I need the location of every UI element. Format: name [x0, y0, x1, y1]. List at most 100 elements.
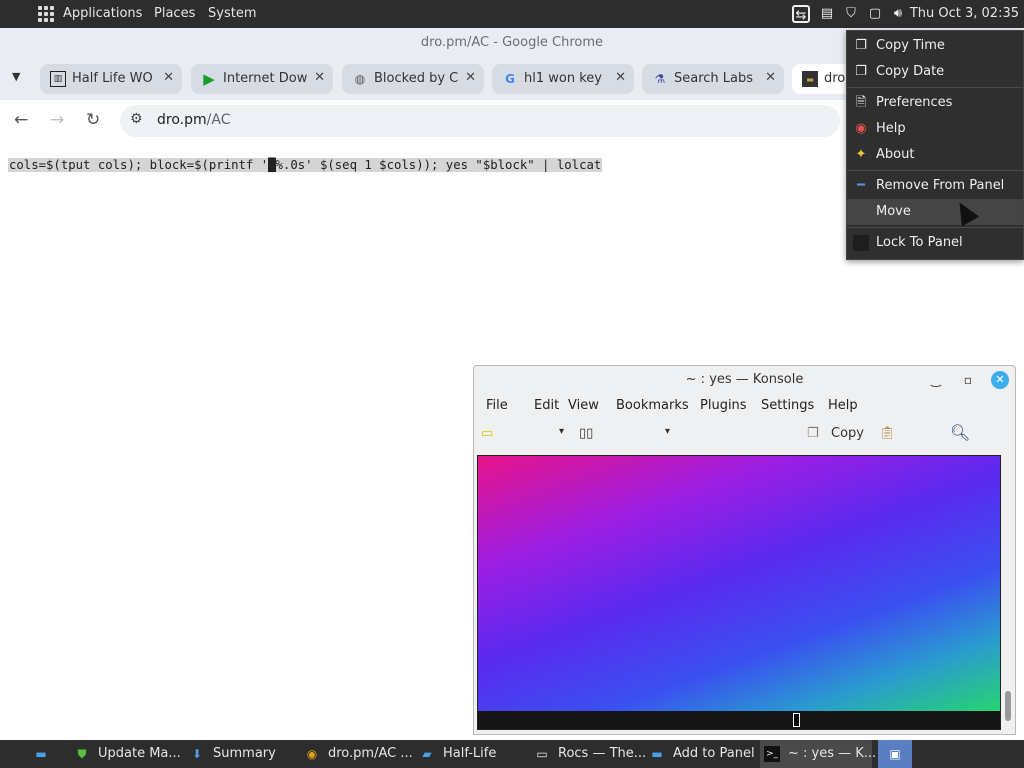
task-konsole[interactable]: >_ ~ : yes — K... [760, 740, 876, 768]
system-menu[interactable]: System [208, 6, 256, 21]
code-part: cols=$(tput cols); block=$(printf ' [9, 158, 269, 172]
tab-title: Internet Dow [223, 71, 308, 86]
task-screenshot[interactable]: ▣ [878, 740, 912, 768]
tab-title: hl1 won key [524, 71, 602, 86]
back-icon[interactable]: ← [14, 110, 28, 130]
tab-search-chevron-icon[interactable]: ▼ [12, 70, 20, 83]
apps-grid-icon[interactable] [38, 6, 54, 22]
new-tab-chevron-icon[interactable]: ▾ [559, 426, 564, 437]
panel-icon: ▬ [651, 747, 663, 761]
minimize-icon[interactable]: ‿ [927, 371, 945, 389]
terminal-scrollbar[interactable] [1005, 691, 1011, 721]
close-icon[interactable]: ✕ [991, 371, 1009, 389]
menu-file[interactable]: File [486, 398, 508, 413]
terminal-output[interactable] [477, 455, 1001, 730]
tab-search-labs[interactable]: ⚗ Search Labs ✕ [642, 64, 784, 94]
split-view-icon[interactable]: ▯▯ [579, 426, 593, 441]
move-item[interactable]: Move [847, 199, 1023, 225]
help-item[interactable]: ◉ Help [847, 116, 1023, 142]
close-icon[interactable]: ✕ [765, 70, 776, 85]
task-summary[interactable]: ⬇ Summary [189, 740, 289, 768]
show-desktop-button[interactable]: ▬ [33, 740, 55, 768]
menu-separator [847, 227, 1023, 228]
about-item[interactable]: ✦ About [847, 142, 1023, 168]
terminal-bottom-line [478, 711, 1000, 729]
close-icon[interactable]: ✕ [314, 70, 325, 85]
maximize-icon[interactable]: ▫ [959, 371, 977, 389]
star-icon: ✦ [855, 147, 867, 162]
clipboard-icon[interactable]: ▤ [818, 5, 836, 23]
desktop-icon: ▬ [35, 747, 47, 761]
places-menu[interactable]: Places [154, 6, 195, 21]
copy-icon: ❐ [855, 38, 867, 53]
task-update-manager[interactable]: ⛊ Update Ma... [74, 740, 184, 768]
document-icon: 🗎︎ [855, 95, 867, 110]
url-host: dro.pm [157, 112, 207, 128]
close-icon[interactable]: ✕ [163, 70, 174, 85]
volume-icon[interactable]: 🔊︎ [889, 5, 907, 23]
url-text[interactable]: dro.pm/AC [157, 112, 230, 128]
code-part: %.0s' $(seq 1 $cols)); yes "$block" | lo… [275, 158, 602, 172]
top-panel: Applications Places System ⇆ ▤ ⛉ ▢ 🔊︎ Th… [0, 0, 1024, 28]
terminal-icon: ▬ [802, 71, 818, 87]
tab-title: Blocked by C [374, 71, 459, 86]
preferences-item[interactable]: 🗎︎ Preferences [847, 90, 1023, 116]
copy-icon[interactable]: ❐ [807, 426, 819, 441]
site-info-icon[interactable]: ⚙ [130, 111, 143, 127]
paste-icon[interactable]: 📋︎ [879, 426, 896, 441]
bottom-taskbar: ▬ ⛊ Update Ma... ⬇ Summary ◉ dro.pm/AC .… [0, 740, 1024, 768]
update-icon[interactable]: ⇆ [792, 5, 810, 23]
task-rocs[interactable]: ▭ Rocs — The... [534, 740, 647, 768]
item-label: Lock To Panel [876, 235, 963, 250]
flask-icon: ⚗ [654, 72, 666, 86]
reload-icon[interactable]: ↻ [86, 110, 100, 130]
shield-icon[interactable]: ⛉ [842, 5, 860, 23]
menu-settings[interactable]: Settings [761, 398, 814, 413]
applications-menu[interactable]: Applications [63, 6, 142, 21]
close-icon[interactable]: ✕ [615, 70, 626, 85]
tab-blocked[interactable]: ◍ Blocked by C ✕ [342, 64, 484, 94]
window-icon[interactable]: ▢ [866, 5, 884, 23]
close-icon[interactable]: ✕ [465, 70, 476, 85]
menu-edit[interactable]: Edit [534, 398, 559, 413]
columns-icon: ▥ [50, 71, 66, 87]
forward-icon[interactable]: → [50, 110, 64, 130]
copy-time-item[interactable]: ❐ Copy Time [847, 33, 1023, 59]
new-tab-icon[interactable]: ▭ [481, 426, 493, 441]
tab-half-life[interactable]: ▥ Half Life WO ✕ [40, 64, 182, 94]
split-chevron-icon[interactable]: ▾ [665, 426, 670, 437]
task-label: Add to Panel [673, 746, 755, 761]
copy-date-item[interactable]: ❐ Copy Date [847, 59, 1023, 85]
menu-plugins[interactable]: Plugins [700, 398, 747, 413]
task-chrome[interactable]: ◉ dro.pm/AC ... [304, 740, 414, 768]
menu-view[interactable]: View [568, 398, 599, 413]
remove-from-panel-item[interactable]: ━ Remove From Panel [847, 173, 1023, 199]
folder-icon: ▰ [422, 747, 432, 761]
shield-icon: ⛊ [77, 747, 87, 761]
task-label: Summary [213, 746, 276, 761]
task-add-to-panel[interactable]: ▬ Add to Panel [649, 740, 755, 768]
panel-context-menu: ❐ Copy Time ❐ Copy Date 🗎︎ Preferences ◉… [846, 30, 1024, 260]
lifebuoy-icon: ◉ [855, 121, 867, 136]
task-half-life-folder[interactable]: ▰ Half-Life [419, 740, 519, 768]
menu-bookmarks[interactable]: Bookmarks [616, 398, 689, 413]
tab-dro-pm[interactable]: ▬ dro. [792, 64, 852, 94]
block-char: █ [268, 158, 276, 172]
tab-internet-download[interactable]: ▶ Internet Dow ✕ [191, 64, 333, 94]
tab-title: Half Life WO [72, 71, 153, 86]
konsole-menubar: File Edit View Bookmarks Plugins Setting… [474, 394, 1015, 418]
menu-help[interactable]: Help [828, 398, 858, 413]
address-bar[interactable]: ⚙ dro.pm/AC [120, 105, 840, 137]
task-label: Rocs — The... [558, 746, 647, 761]
minus-icon: ━ [857, 178, 865, 193]
copy-button[interactable]: Copy [831, 426, 864, 441]
selected-code-line[interactable]: cols=$(tput cols); block=$(printf '█%.0s… [8, 158, 603, 172]
terminal-icon: >_ [764, 746, 780, 762]
konsole-toolbar: ▭ ▾ ▯▯ ▾ ❐ Copy 📋︎ 🔍︎ [474, 420, 1015, 452]
tab-hl1-won-key[interactable]: G hl1 won key ✕ [492, 64, 634, 94]
chrome-icon: ◉ [306, 747, 318, 761]
lock-box-icon [853, 235, 869, 251]
find-icon[interactable]: 🔍︎ [950, 423, 970, 442]
lock-to-panel-item[interactable]: Lock To Panel [847, 230, 1023, 256]
panel-clock[interactable]: Thu Oct 3, 02:35 [910, 6, 1019, 21]
